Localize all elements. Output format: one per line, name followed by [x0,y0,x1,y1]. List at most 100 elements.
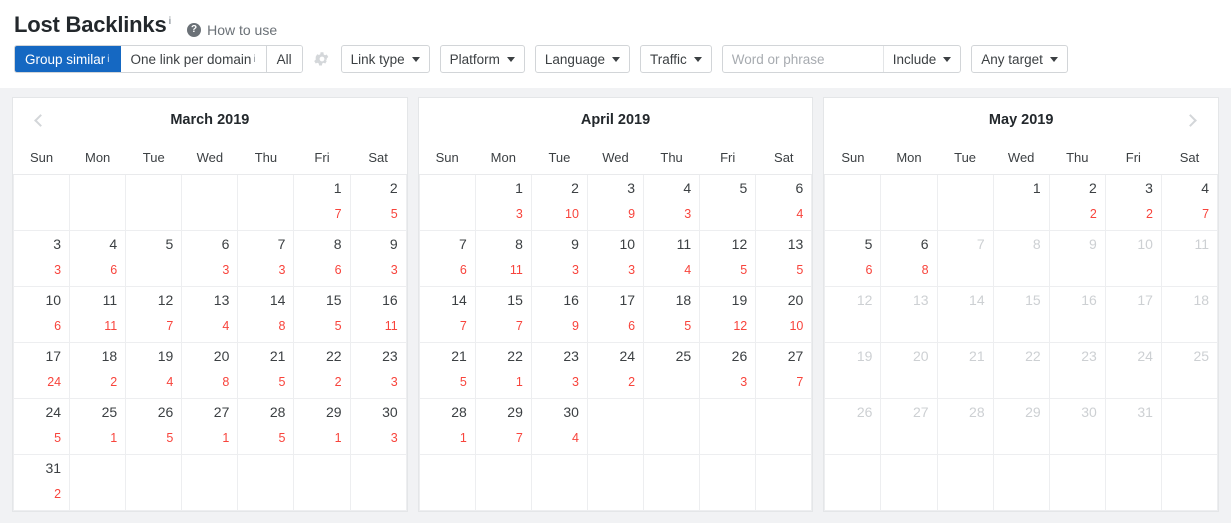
calendar-day-cell[interactable]: 28 5 [237,397,295,455]
calendar-day-cell[interactable]: 30 3 [349,397,407,455]
calendar-day-cell[interactable]: 18 2 [69,341,127,399]
calendar-day-cell[interactable]: 1 [992,173,1050,231]
day-number: 3 [53,235,62,252]
calendar-day-cell[interactable]: 22 2 [293,341,351,399]
calendar-day-cell[interactable]: 5 [699,173,757,231]
calendar-day-cell[interactable]: 22 1 [474,341,532,399]
calendar-day-cell[interactable]: 16 11 [349,285,407,343]
calendar-day-cell[interactable]: 14 7 [418,285,476,343]
calendar-day-cell[interactable]: 15 7 [474,285,532,343]
day-number: 4 [109,235,118,252]
lost-backlinks-count: 5 [166,430,174,445]
calendar-day-cell[interactable]: 73 [237,229,295,287]
calendar-day-cell[interactable]: 13 [474,173,532,231]
calendar-day-cell[interactable]: 93 [530,229,588,287]
calendar-day-cell[interactable]: 22 [1048,173,1106,231]
calendar-day-cell[interactable]: 64 [755,173,813,231]
calendar-day-cell[interactable]: 2 10 [530,173,588,231]
calendar-day-cell[interactable]: 5 [125,229,183,287]
calendar-day-cell[interactable]: 93 [349,229,407,287]
chevron-right-icon[interactable] [1172,98,1212,142]
lost-backlinks-count: 9 [628,206,636,221]
calendar-day-cell[interactable]: 15 5 [293,285,351,343]
calendar-day-cell[interactable]: 24 2 [586,341,645,399]
calendar-day-cell[interactable]: 26 3 [699,341,757,399]
calendar-day-cell[interactable]: 56 [824,229,882,287]
weekday-fri: Fri [699,142,756,175]
calendar-day-cell[interactable]: 28 1 [418,397,476,455]
calendar-day-cell[interactable]: 13 5 [755,229,813,287]
any-target-dropdown[interactable]: Any target [971,45,1068,73]
calendar-day-cell[interactable]: 68 [880,229,938,287]
calendar-day-cell[interactable]: 33 [12,229,71,287]
calendar-header: March 2019 [13,98,407,142]
calendar-day-cell[interactable]: 11 4 [643,229,701,287]
calendar-day-cell[interactable]: 11 11 [69,285,127,343]
calendar-day-cell[interactable]: 17 [293,173,351,231]
calendar-day-cell: 12 [824,285,882,343]
calendar-day-cell[interactable]: 19 12 [699,285,757,343]
calendar-day-cell[interactable]: 20 10 [755,285,813,343]
lost-backlinks-count: 4 [222,318,230,333]
calendar-day-cell[interactable]: 21 5 [418,341,476,399]
dropdown-platform[interactable]: Platform [439,45,525,73]
calendar-day-cell[interactable]: 17 24 [12,341,71,399]
calendar-day-cell[interactable]: 25 [643,341,701,399]
search-mode-dropdown[interactable]: Include [882,46,961,72]
calendar-day-cell[interactable]: 27 1 [181,397,239,455]
day-number: 17 [619,291,636,308]
dropdown-traffic[interactable]: Traffic [639,45,712,73]
calendar-day-cell[interactable]: 10 3 [586,229,645,287]
grouping-segmented-control: Group similar i One link per domain i All [14,45,303,73]
calendar-day-cell[interactable]: 32 [1104,173,1162,231]
segment-info-icon[interactable]: i [253,54,255,65]
calendar-day-cell[interactable]: 23 3 [349,341,407,399]
calendar-day-cell[interactable]: 10 6 [12,285,71,343]
calendar-day-cell[interactable]: 18 5 [643,285,701,343]
lost-backlinks-count: 11 [509,262,523,277]
calendar-day-cell[interactable]: 25 1 [69,397,127,455]
calendar-day-cell[interactable]: 29 7 [474,397,532,455]
dropdown-link-type[interactable]: Link type [340,45,430,73]
calendar-day-cell[interactable]: 26 5 [125,397,183,455]
calendar-day-cell[interactable]: 76 [418,229,476,287]
calendar-day-cell[interactable]: 43 [643,173,701,231]
calendar-day-cell[interactable]: 46 [69,229,127,287]
gear-icon[interactable] [313,50,331,68]
calendar-day-cell[interactable]: 17 6 [586,285,645,343]
calendar-day-cell[interactable]: 29 1 [293,397,351,455]
page-title-info-icon[interactable]: i [168,16,171,27]
calendar-day-cell[interactable]: 19 4 [125,341,183,399]
calendar-cell-empty [1104,453,1162,511]
calendar-day-cell[interactable]: 12 5 [699,229,757,287]
day-number: 23 [563,347,579,364]
calendar-day-cell[interactable]: 86 [293,229,351,287]
calendar-day-cell[interactable]: 13 4 [181,285,239,343]
dropdown-language[interactable]: Language [534,45,630,73]
search-input[interactable] [722,46,883,72]
calendar-day-cell[interactable]: 31 2 [12,453,71,511]
calendar-week-row: 10 6 11 11 12 7 13 4 14 8 15 5 16 11 [12,285,407,343]
calendar-day-cell[interactable]: 20 8 [181,341,239,399]
calendar-day-cell[interactable]: 21 5 [237,341,295,399]
how-to-use-link[interactable]: ? How to use [187,22,277,38]
day-number: 12 [731,235,748,252]
segment-info-icon[interactable]: i [107,54,109,65]
calendar-day-cell[interactable]: 12 7 [125,285,183,343]
segment-group-similar[interactable]: Group similar i [15,46,121,72]
calendar-day-cell[interactable]: 27 7 [755,341,813,399]
segment-one-link-per-domain[interactable]: One link per domain i [120,46,267,72]
calendar-day-cell[interactable]: 14 8 [237,285,295,343]
calendar-day-cell[interactable]: 8 11 [474,229,532,287]
calendar-day-cell[interactable]: 47 [1160,173,1219,231]
calendar-day-cell[interactable]: 25 [349,173,407,231]
calendar-day-cell[interactable]: 23 3 [530,341,588,399]
calendar-day-cell[interactable]: 63 [181,229,239,287]
chevron-left-icon[interactable] [19,98,59,142]
calendar-day-cell[interactable]: 39 [586,173,645,231]
calendar-day-cell[interactable]: 30 4 [530,397,588,455]
calendar-day-cell[interactable]: 16 9 [530,285,588,343]
segment-all[interactable]: All [266,46,302,72]
calendar-cell-empty [69,453,127,511]
calendar-day-cell[interactable]: 24 5 [12,397,71,455]
